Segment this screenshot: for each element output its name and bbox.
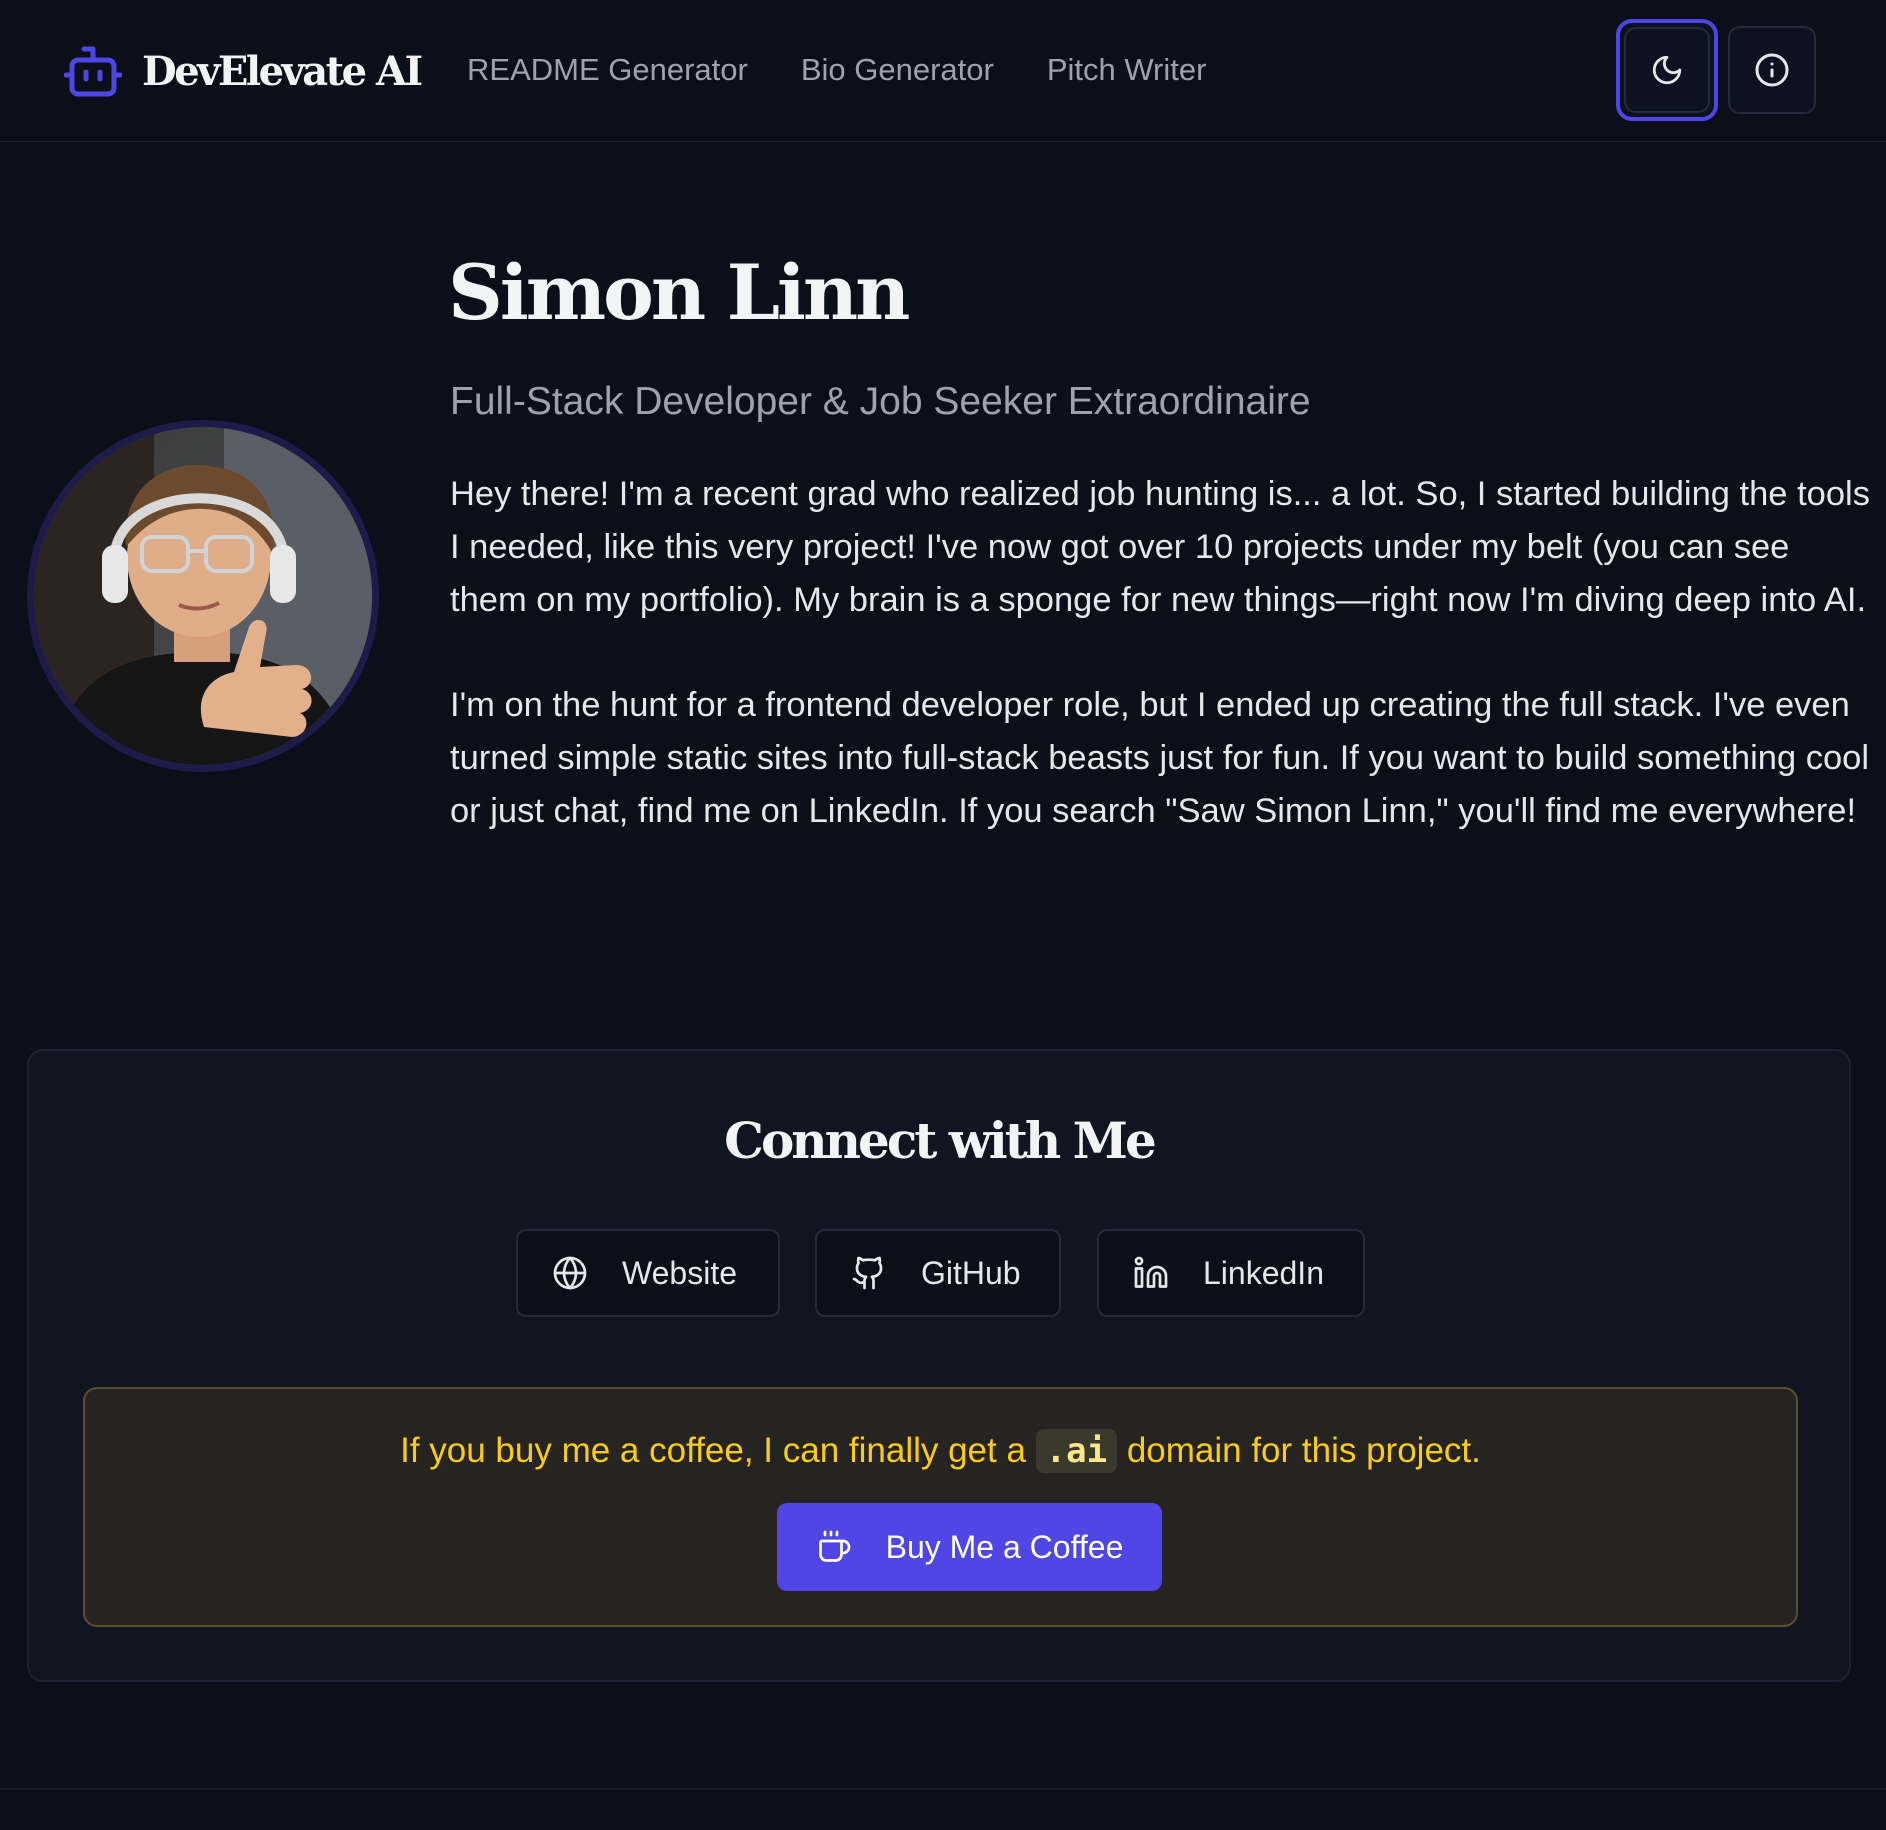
linkedin-link-label: LinkedIn <box>1203 1254 1324 1291</box>
website-link-label: Website <box>622 1254 738 1291</box>
connect-card: Connect with Me Website GitHub LinkedIn … <box>27 1049 1851 1682</box>
globe-icon <box>552 1255 588 1291</box>
linkedin-icon <box>1133 1255 1169 1291</box>
robot-icon <box>64 44 122 98</box>
coffee-message-end: domain for this project. <box>1117 1431 1481 1470</box>
github-link-label: GitHub <box>921 1254 1021 1291</box>
info-button[interactable] <box>1728 26 1816 114</box>
profile-name: Simon Linn <box>448 248 910 337</box>
nav-readme-generator[interactable]: README Generator <box>467 50 748 90</box>
brand-name: DevElevate AI <box>142 47 423 95</box>
domain-code: .ai <box>1035 1429 1118 1473</box>
bio-paragraph: Hey there! I'm a recent grad who realize… <box>450 475 1870 619</box>
nav-bio-generator[interactable]: Bio Generator <box>801 50 994 90</box>
github-link-button[interactable]: GitHub <box>815 1229 1061 1317</box>
profile-subtitle: Full-Stack Developer & Job Seeker Extrao… <box>450 380 1311 423</box>
footer-divider <box>0 1788 1886 1790</box>
nav-pitch-writer[interactable]: Pitch Writer <box>1047 50 1207 90</box>
top-navbar: DevElevate AI README Generator Bio Gener… <box>0 0 1886 142</box>
theme-toggle-inner <box>1624 27 1710 113</box>
buy-me-a-coffee-button[interactable]: Buy Me a Coffee <box>777 1503 1162 1591</box>
moon-icon <box>1650 53 1684 87</box>
brand-logo-link[interactable]: DevElevate AI <box>64 44 423 98</box>
connect-title: Connect with Me <box>724 1111 1157 1170</box>
avatar <box>27 420 379 772</box>
coffee-callout: If you buy me a coffee, I can finally ge… <box>83 1387 1798 1627</box>
linkedin-link-button[interactable]: LinkedIn <box>1097 1229 1365 1317</box>
website-link-button[interactable]: Website <box>516 1229 780 1317</box>
coffee-message: If you buy me a coffee, I can finally ge… <box>85 1427 1796 1475</box>
buy-me-a-coffee-label: Buy Me a Coffee <box>885 1528 1124 1565</box>
github-icon <box>851 1255 887 1291</box>
info-icon <box>1754 52 1790 88</box>
bio-paragraph: I'm on the hunt for a frontend developer… <box>450 686 1870 830</box>
coffee-cup-icon <box>816 1529 852 1565</box>
main-nav: README Generator Bio Generator Pitch Wri… <box>467 50 1206 90</box>
coffee-message-start: If you buy me a coffee, I can finally ge… <box>400 1431 1036 1470</box>
profile-bio: Hey there! I'm a recent grad who realize… <box>450 468 1870 838</box>
theme-toggle-button[interactable] <box>1616 19 1718 121</box>
